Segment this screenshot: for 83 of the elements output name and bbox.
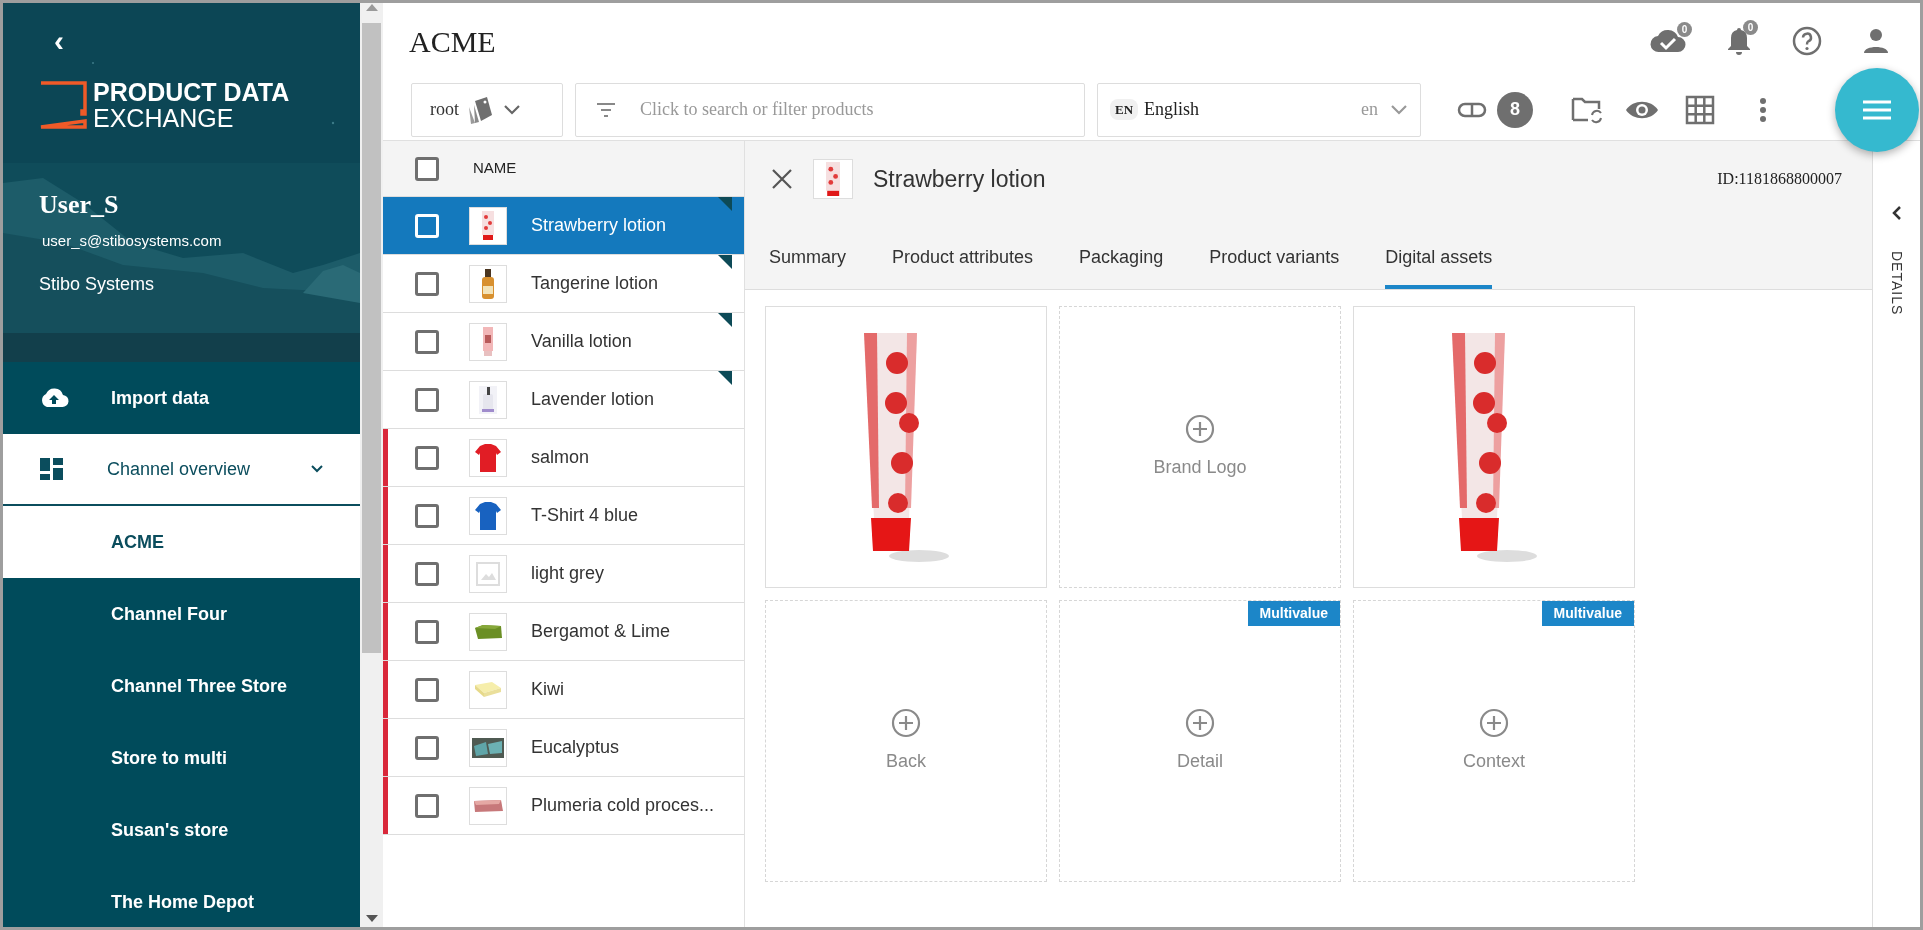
tab[interactable]: Digital assets (1385, 217, 1493, 289)
list-row[interactable]: Vanilla lotion (383, 313, 744, 371)
row-checkbox[interactable] (415, 677, 439, 702)
product-id: ID:1181868800007 (1717, 169, 1842, 189)
list-row[interactable]: light grey (383, 545, 744, 603)
asset-tile[interactable] (765, 306, 1047, 588)
slot-label: Brand Logo (1153, 455, 1247, 479)
slot-label: Detail (1177, 749, 1223, 773)
list-row[interactable]: Bergamot & Lime (383, 603, 744, 661)
asset-slot[interactable]: Detail Multivalue (1059, 600, 1341, 882)
search-field[interactable]: Click to search or filter products (575, 82, 1085, 137)
cloud-upload-icon (39, 387, 69, 409)
language-dropdown[interactable]: EN English en (1097, 82, 1421, 137)
row-checkbox[interactable] (415, 271, 439, 296)
list-row[interactable]: Lavender lotion (383, 371, 744, 429)
grid-icon[interactable] (1685, 94, 1715, 125)
folder-sync-icon[interactable] (1571, 95, 1603, 124)
details-panel-tab[interactable]: DETAILS (1886, 251, 1907, 316)
list-row[interactable]: Tangerine lotion (383, 255, 744, 313)
notification-badge: 0 (1743, 20, 1758, 35)
slot-label: Context (1462, 749, 1525, 773)
logo-text: EXCHANGE (93, 105, 235, 131)
chevron-left-icon[interactable] (1891, 205, 1902, 221)
list-row[interactable]: Eucalyptus (383, 719, 744, 777)
user-icon[interactable] (1862, 27, 1890, 55)
user-name: User_S (39, 189, 120, 221)
row-checkbox[interactable] (415, 793, 439, 818)
row-checkbox[interactable] (415, 329, 439, 354)
context-dropdown[interactable]: root (411, 82, 563, 137)
product-title: Strawberry lotion (873, 164, 1047, 194)
tab[interactable]: Product variants (1209, 217, 1340, 289)
row-checkbox[interactable] (415, 387, 439, 412)
row-checkbox[interactable] (415, 503, 439, 528)
close-icon[interactable] (771, 168, 793, 190)
tab[interactable]: Packaging (1079, 217, 1164, 289)
column-header: NAME (473, 158, 517, 179)
select-all-checkbox[interactable] (415, 156, 439, 181)
chevron-down-icon (310, 464, 324, 474)
logo-text: PRODUCT DATA (93, 79, 290, 105)
tab[interactable]: Product attributes (892, 217, 1034, 289)
image-placeholder-icon (475, 560, 501, 587)
list-row[interactable]: Kiwi (383, 661, 744, 719)
logo-icon (39, 81, 87, 129)
count-badge: 8 (1497, 91, 1533, 128)
asset-tile[interactable] (1353, 306, 1635, 588)
chevron-down-icon (1390, 103, 1408, 116)
help-icon[interactable] (1792, 26, 1822, 56)
language-name: English (1144, 98, 1201, 121)
tab[interactable]: Summary (769, 217, 846, 289)
dashboard-icon (39, 457, 65, 481)
add-icon (1185, 707, 1215, 738)
slot-label: Back (886, 749, 926, 773)
language-code: EN (1110, 98, 1139, 121)
menu-icon (1862, 99, 1892, 121)
nav-item[interactable]: ACME (3, 506, 360, 578)
more-vertical-icon[interactable] (1759, 96, 1767, 123)
add-icon (1185, 413, 1215, 444)
asset-slot[interactable]: Context Multivalue (1353, 600, 1635, 882)
chevron-down-icon (503, 103, 521, 116)
organization-name: Stibo Systems (39, 272, 156, 296)
user-email: user_s@stibosystems.com (42, 231, 223, 251)
sync-badge: 0 (1677, 22, 1692, 37)
row-checkbox[interactable] (415, 735, 439, 760)
add-icon (1479, 707, 1509, 738)
scroll-down-icon[interactable] (365, 915, 378, 923)
multivalue-badge: Multivalue (1541, 601, 1634, 626)
filter-icon (595, 101, 617, 118)
list-row[interactable]: Strawberry lotion (383, 197, 744, 255)
scrollbar[interactable] (360, 3, 383, 927)
nav-group[interactable]: Channel overview (3, 434, 360, 506)
add-icon (891, 707, 921, 738)
page-title: ACME (409, 23, 497, 60)
list-row[interactable]: T-Shirt 4 blue (383, 487, 744, 545)
list-row[interactable]: salmon (383, 429, 744, 487)
back-button[interactable]: ‹ (47, 29, 71, 53)
row-checkbox[interactable] (415, 561, 439, 586)
list-row[interactable]: Plumeria cold proces... (383, 777, 744, 835)
locale-code: en (1361, 98, 1378, 121)
row-checkbox[interactable] (415, 619, 439, 644)
row-checkbox[interactable] (415, 445, 439, 470)
link-icon[interactable] (1457, 101, 1487, 118)
scrollbar-thumb[interactable] (362, 23, 381, 653)
multivalue-badge: Multivalue (1247, 601, 1340, 626)
